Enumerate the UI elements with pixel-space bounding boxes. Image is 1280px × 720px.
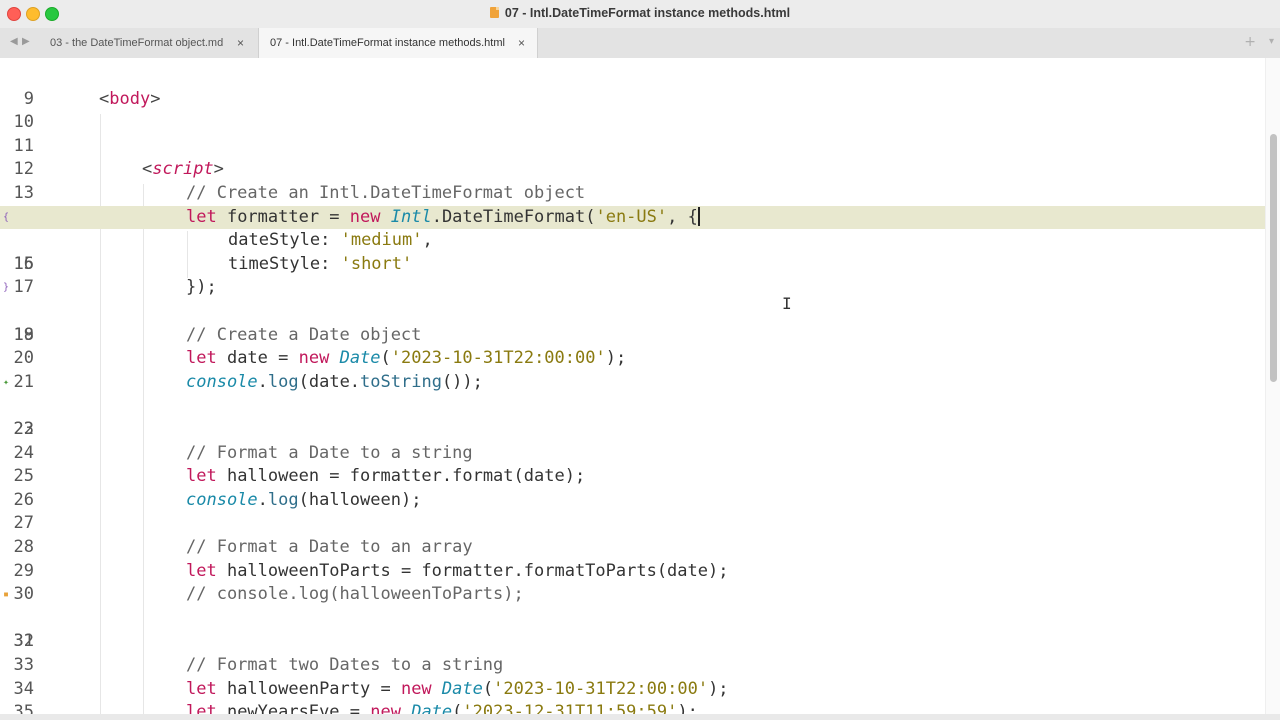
- code-line: 26 let halloween = formatter.format(date…: [0, 465, 1266, 510]
- modified-line-icon: ▪: [3, 589, 10, 601]
- code-text: let halloweenParty = new Date('2023-10-3…: [186, 678, 729, 699]
- forward-arrow-icon[interactable]: ▶: [22, 36, 30, 47]
- code-comment: // Format a Date to an array: [186, 537, 473, 557]
- code-text: });: [186, 277, 217, 298]
- tab-label: 07 - Intl.DateTimeFormat instance method…: [270, 37, 505, 49]
- title-bar: 07 - Intl.DateTimeFormat instance method…: [0, 0, 1280, 28]
- code-comment: // Format two Dates to a string: [186, 655, 504, 675]
- code-text: let formatter = new Intl.DateTimeFormat(…: [186, 206, 700, 227]
- code-line: 20 // Create a Date object: [0, 324, 1266, 369]
- code-line: 11: [0, 111, 1266, 156]
- code-line: } 18 });: [0, 276, 1266, 344]
- code-line: ✦ 22 console.log(date.toString());: [0, 371, 1266, 439]
- tab-datetimeformat-object-md[interactable]: 03 - the DateTimeFormat object.md ×: [38, 28, 258, 58]
- code-line: 25 // Format a Date to a string: [0, 442, 1266, 487]
- code-text: let halloween = formatter.format(date);: [186, 466, 586, 487]
- code-line: 32: [0, 607, 1266, 651]
- code-line: 28: [0, 512, 1266, 557]
- close-tab-icon[interactable]: ×: [237, 28, 244, 58]
- code-text: timeStyle: 'short': [228, 253, 413, 274]
- code-line: 9: [0, 64, 1266, 109]
- current-code-line: { 15 let formatter = new Intl.DateTimeFo…: [0, 205, 1266, 274]
- code-comment: // Create an Intl.DateTimeFormat object: [186, 183, 586, 203]
- code-text: console.log(halloween);: [186, 489, 422, 510]
- code-line: 27 console.log(halloween);: [0, 489, 1266, 534]
- tab-bar: ◀ ▶ 03 - the DateTimeFormat object.md × …: [0, 28, 1280, 59]
- code-line: 33: [0, 630, 1266, 675]
- code-text: <body>: [99, 88, 161, 109]
- horizontal-scrollbar[interactable]: [0, 714, 1280, 720]
- code-comment: // Create a Date object: [186, 324, 422, 345]
- code-line: 13 <script>: [0, 158, 1266, 203]
- fold-open-icon[interactable]: {: [3, 206, 9, 230]
- html-file-icon: [489, 7, 499, 18]
- code-line: 24: [0, 418, 1266, 463]
- add-tab-icon[interactable]: +: [1244, 34, 1256, 50]
- fold-close-icon[interactable]: }: [3, 276, 9, 300]
- code-line: ▪ 31 // console.log(halloweenToParts);: [0, 583, 1266, 651]
- code-text: let halloweenToParts = formatter.formatT…: [186, 560, 729, 581]
- code-line: 35 let halloweenParty = new Date('2023-1…: [0, 678, 1266, 720]
- code-editor[interactable]: ' 9 10 <body> 11 12 13 <script> 14 // Cr…: [0, 58, 1280, 720]
- code-text: <script>: [142, 159, 224, 180]
- code-line: 30 let halloweenToParts = formatter.form…: [0, 560, 1266, 605]
- code-line: 12: [0, 135, 1266, 179]
- added-line-icon: ✦: [3, 376, 10, 388]
- close-tab-icon[interactable]: ×: [518, 28, 525, 58]
- back-arrow-icon[interactable]: ◀: [10, 36, 18, 47]
- tab-overflow-icon[interactable]: ▾: [1269, 36, 1274, 47]
- text-cursor: [697, 206, 700, 226]
- code-line: 23: [0, 394, 1266, 439]
- code-line: 16 dateStyle: 'medium',: [0, 229, 1266, 274]
- code-line: 19: [0, 300, 1266, 345]
- tab-label: 03 - the DateTimeFormat object.md: [50, 37, 224, 49]
- code-text: let date = new Date('2023-10-31T22:00:00…: [186, 348, 627, 369]
- tab-instance-methods-html[interactable]: 07 - Intl.DateTimeFormat instance method…: [258, 28, 538, 58]
- code-line: 17 timeStyle: 'short': [0, 253, 1266, 298]
- mouse-ibeam-icon: I: [782, 294, 792, 313]
- scrollbar-thumb[interactable]: [1270, 134, 1277, 382]
- window-title: 07 - Intl.DateTimeFormat instance method…: [504, 6, 791, 20]
- code-comment: // Format a Date to a string: [186, 442, 473, 463]
- code-line: 21 let date = new Date('2023-10-31T22:00…: [0, 347, 1266, 392]
- code-line: 14 // Create an Intl.DateTimeFormat obje…: [0, 182, 1266, 227]
- code-line: 29 // Format a Date to an array: [0, 536, 1266, 581]
- code-comment: // console.log(halloweenToParts);: [186, 584, 524, 605]
- code-text: console.log(date.toString());: [186, 371, 483, 392]
- code-line: 10 <body>: [0, 88, 1266, 133]
- code-text: dateStyle: 'medium',: [228, 230, 433, 251]
- window-title-wrap: 07 - Intl.DateTimeFormat instance method…: [0, 6, 1280, 20]
- code-line: 34 // Format two Dates to a string: [0, 654, 1266, 699]
